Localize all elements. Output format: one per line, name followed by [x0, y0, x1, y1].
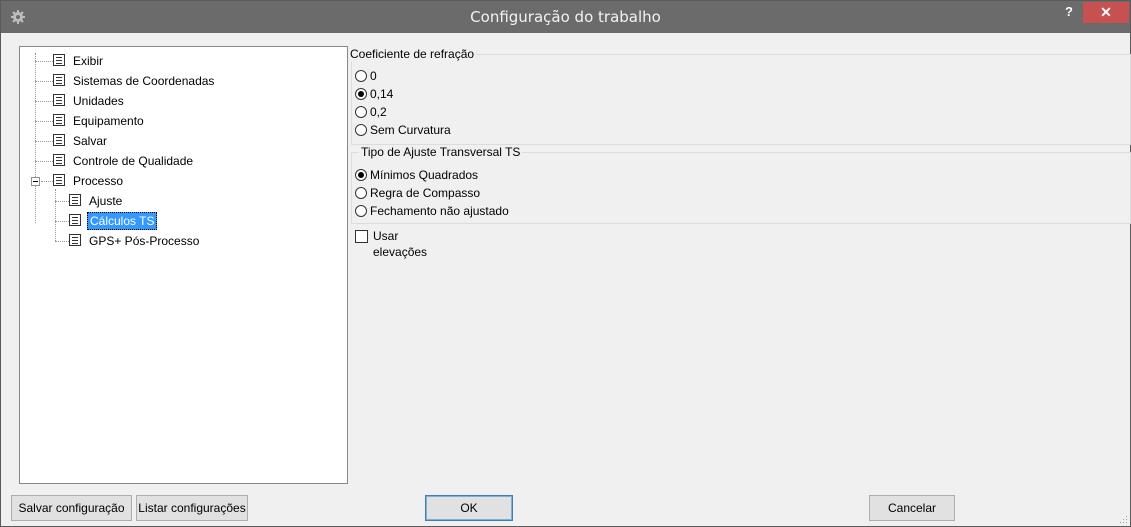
radio-button[interactable] — [355, 88, 367, 100]
cancel-button[interactable]: Cancelar — [869, 495, 955, 521]
settings-tree[interactable]: Exibir Sistemas de Coordenadas Unidades … — [19, 46, 348, 484]
tree-line — [41, 181, 53, 182]
list-icon — [53, 54, 65, 66]
list-icon — [69, 234, 81, 246]
list-icon — [53, 134, 65, 146]
tree-line — [35, 141, 53, 142]
tree-line — [35, 121, 53, 122]
radio-button[interactable] — [355, 205, 367, 217]
collapse-toggle[interactable] — [31, 177, 40, 186]
job-configuration-dialog: Configuração do trabalho ? ✕ Exibir Sist… — [0, 0, 1131, 527]
tree-line — [35, 61, 53, 62]
adjust-type-group-title: Tipo de Ajuste Transversal TS — [359, 145, 523, 159]
refraction-group-title: Coeficiente de refração — [348, 47, 477, 61]
close-icon: ✕ — [1100, 4, 1112, 20]
title-bar[interactable]: Configuração do trabalho ? ✕ — [1, 1, 1130, 33]
tree-line — [55, 201, 69, 202]
tree-line — [35, 53, 36, 223]
tree-line — [35, 101, 53, 102]
list-icon — [53, 74, 65, 86]
list-icon — [69, 194, 81, 206]
use-elevations-checkbox[interactable] — [355, 230, 368, 243]
ok-button[interactable]: OK — [425, 495, 513, 521]
tree-line — [35, 81, 53, 82]
list-icon — [53, 94, 65, 106]
radio-button[interactable] — [355, 187, 367, 199]
save-configuration-button[interactable]: Salvar configuração — [11, 495, 132, 521]
tree-line — [55, 189, 56, 241]
radio-button[interactable] — [355, 124, 367, 136]
list-icon — [53, 154, 65, 166]
list-icon — [53, 174, 65, 186]
list-icon — [53, 114, 65, 126]
radio-button[interactable] — [355, 169, 367, 181]
help-button[interactable]: ? — [1056, 3, 1082, 25]
window-title: Configuração do trabalho — [470, 8, 661, 26]
radio-button[interactable] — [355, 106, 367, 118]
refraction-group — [351, 54, 1131, 145]
list-configurations-button[interactable]: Listar configurações — [136, 495, 248, 521]
tree-line — [55, 241, 69, 242]
list-icon — [69, 214, 81, 226]
tree-line — [35, 161, 53, 162]
tree-line — [55, 221, 69, 222]
close-button[interactable]: ✕ — [1083, 2, 1129, 23]
resize-grip-icon[interactable] — [1118, 514, 1128, 524]
radio-button[interactable] — [355, 70, 367, 82]
